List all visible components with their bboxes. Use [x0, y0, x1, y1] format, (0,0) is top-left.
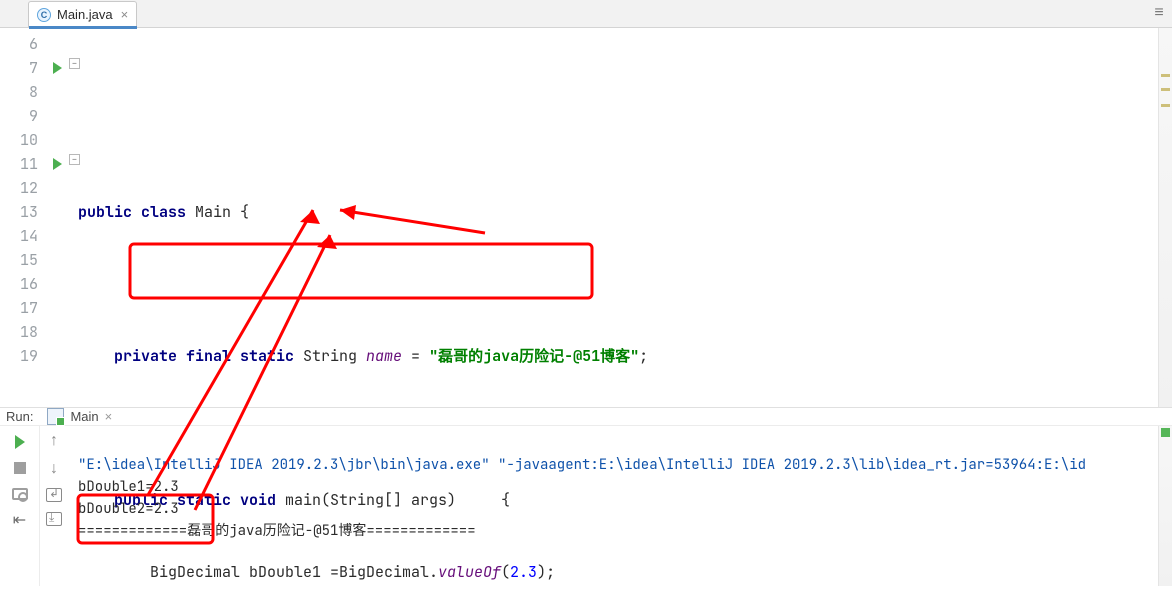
line-number-gutter: 6 7 8 9 10 11 12 13 14 15 16 17 18 19 [0, 28, 44, 601]
line-number: 7 [0, 56, 38, 80]
fold-method-icon[interactable]: – [69, 154, 80, 165]
line-number: 6 [0, 32, 38, 56]
line-number: 12 [0, 176, 38, 200]
run-method-gutter-icon[interactable] [53, 158, 62, 170]
warning-marker[interactable] [1161, 88, 1170, 91]
code-line: public class Main { [70, 200, 1172, 224]
console-scrollbar[interactable] [1158, 426, 1172, 586]
warning-marker[interactable] [1161, 104, 1170, 107]
editor-scrollbar[interactable] [1158, 28, 1172, 407]
line-number: 18 [0, 320, 38, 344]
console-output-line: bDouble1=2.3 [78, 478, 179, 496]
run-console[interactable]: "E:\idea\IntelliJ IDEA 2019.2.3\jbr\bin\… [68, 426, 1172, 586]
console-command-line: "E:\idea\IntelliJ IDEA 2019.2.3\jbr\bin\… [78, 456, 1086, 474]
line-number: 15 [0, 248, 38, 272]
line-number: 11 [0, 152, 38, 176]
soft-wrap-button[interactable] [46, 488, 62, 502]
console-output-line: bDouble2=2.3 [78, 500, 179, 518]
scroll-to-end-button[interactable] [46, 512, 62, 526]
warning-marker[interactable] [1161, 74, 1170, 77]
code-line: private final static String name = "磊哥的j… [70, 344, 1172, 368]
code-line [70, 272, 1172, 296]
line-number: 19 [0, 344, 38, 368]
run-class-gutter-icon[interactable] [53, 62, 62, 74]
line-number: 14 [0, 224, 38, 248]
line-number: 13 [0, 200, 38, 224]
console-output-line: =============磊哥的java历险记-@51博客===========… [78, 522, 476, 540]
java-class-icon: C [37, 8, 51, 22]
console-status-marker [1161, 428, 1170, 437]
run-process-icon [47, 408, 64, 425]
tab-bar-menu-icon[interactable]: ≡ [1150, 4, 1168, 22]
file-tab-main-java[interactable]: C Main.java × [28, 1, 137, 27]
line-number: 16 [0, 272, 38, 296]
close-tab-icon[interactable]: × [121, 7, 129, 22]
run-tool-window: Run: Main × ⇤ ↑ ↓ "E:\idea\IntelliJ IDEA… [0, 408, 1172, 582]
fold-class-icon[interactable]: – [69, 58, 80, 69]
code-line [70, 128, 1172, 152]
editor-tab-bar: C Main.java × ≡ [0, 0, 1172, 28]
line-number: 10 [0, 128, 38, 152]
code-editor[interactable]: 6 7 8 9 10 11 12 13 14 15 16 17 18 19 – … [0, 28, 1172, 408]
line-number: 9 [0, 104, 38, 128]
file-tab-label: Main.java [57, 7, 113, 22]
line-number [0, 368, 38, 392]
line-number: 17 [0, 296, 38, 320]
line-number: 8 [0, 80, 38, 104]
